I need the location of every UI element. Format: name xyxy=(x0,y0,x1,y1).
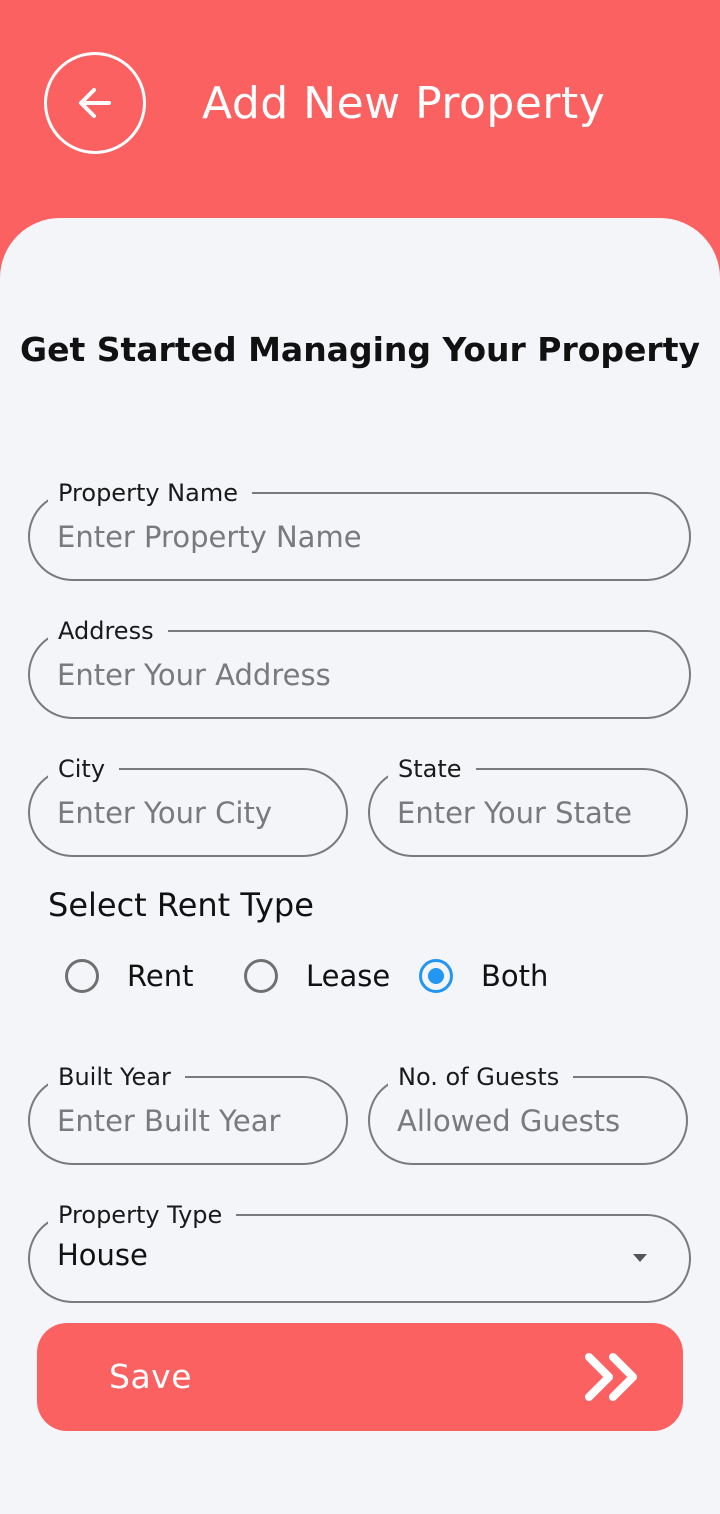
property-type-label: Property Type xyxy=(48,1198,237,1232)
guests-field: No. of Guests xyxy=(368,1060,688,1165)
back-button[interactable] xyxy=(44,52,146,154)
state-label: State xyxy=(388,752,476,786)
rent-type-label: Select Rent Type xyxy=(48,886,314,924)
state-field: State xyxy=(368,752,688,857)
radio-rent-circle[interactable] xyxy=(65,959,99,993)
city-field: City xyxy=(28,752,348,857)
property-type-dropdown[interactable]: Property Type House xyxy=(28,1198,691,1303)
double-chevron-right-icon xyxy=(585,1353,637,1401)
city-label: City xyxy=(48,752,120,786)
radio-both-label: Both xyxy=(481,959,549,993)
property-name-label: Property Name xyxy=(48,476,252,510)
radio-both[interactable]: Both xyxy=(419,956,548,996)
state-input[interactable] xyxy=(397,792,662,834)
radio-both-circle[interactable] xyxy=(419,959,453,993)
built-year-field: Built Year xyxy=(28,1060,348,1165)
radio-rent-label: Rent xyxy=(127,959,194,993)
form-card xyxy=(0,218,720,1514)
save-button[interactable]: Save xyxy=(37,1323,683,1431)
radio-lease-circle[interactable] xyxy=(244,959,278,993)
radio-rent[interactable]: Rent xyxy=(65,956,193,996)
caret-down-icon xyxy=(633,1254,647,1262)
radio-lease-label: Lease xyxy=(306,959,391,993)
page-title: Add New Property xyxy=(202,78,606,129)
arrow-left-icon xyxy=(79,88,111,118)
city-input[interactable] xyxy=(57,792,322,834)
address-field: Address xyxy=(28,614,691,719)
radio-lease[interactable]: Lease xyxy=(244,956,390,996)
address-label: Address xyxy=(48,614,168,648)
built-year-label: Built Year xyxy=(48,1060,185,1094)
save-label: Save xyxy=(109,1357,193,1396)
property-name-field: Property Name xyxy=(28,476,691,581)
built-year-input[interactable] xyxy=(57,1100,322,1142)
form-headline: Get Started Managing Your Property xyxy=(20,330,700,369)
address-input[interactable] xyxy=(57,654,665,696)
guests-label: No. of Guests xyxy=(388,1060,574,1094)
property-type-value: House xyxy=(57,1238,148,1272)
property-name-input[interactable] xyxy=(57,516,665,558)
guests-input[interactable] xyxy=(397,1100,662,1142)
